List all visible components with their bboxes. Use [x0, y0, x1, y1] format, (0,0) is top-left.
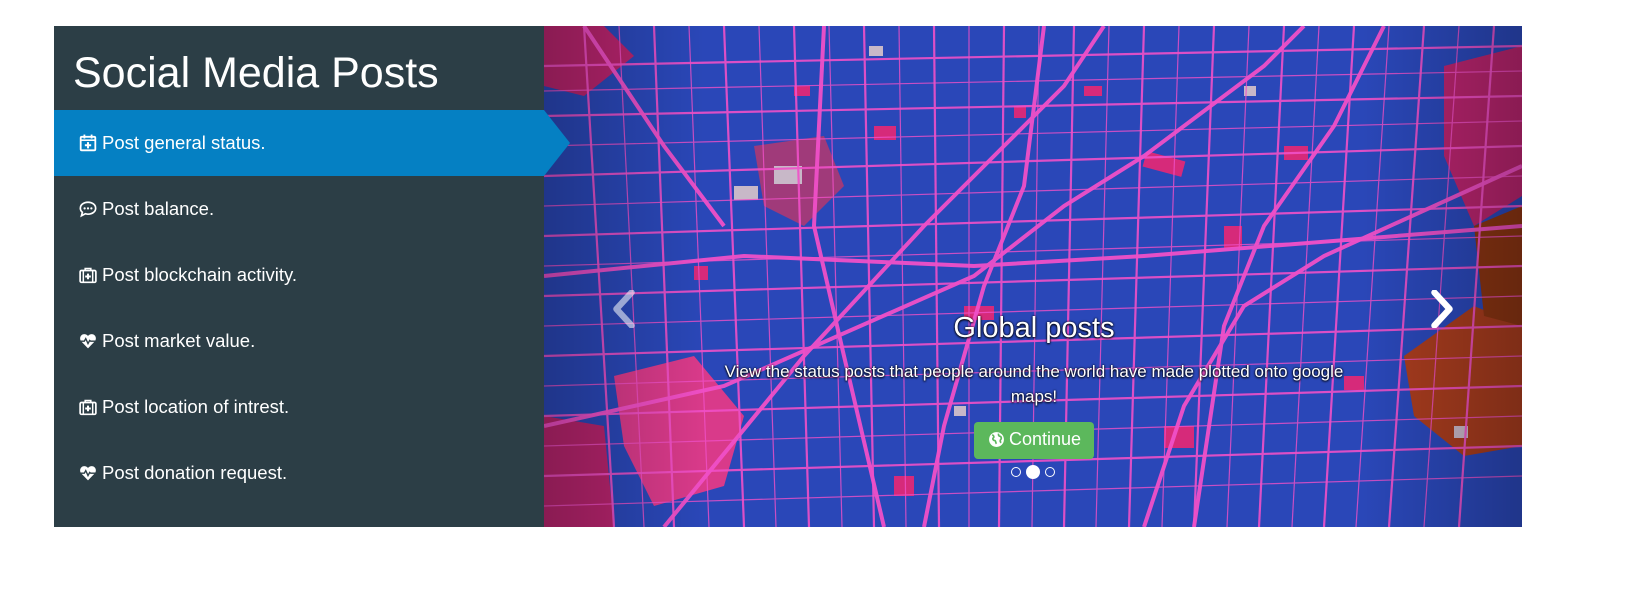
- menu-item-post-balance[interactable]: Post balance.: [54, 176, 544, 242]
- menu-item-label: Post general status.: [102, 132, 266, 153]
- menu-item-label: Post donation request.: [102, 462, 288, 483]
- continue-button[interactable]: Continue: [973, 422, 1095, 459]
- comment-dots-icon: [78, 199, 98, 219]
- menu-item-post-market-value[interactable]: Post market value.: [54, 308, 544, 374]
- carousel-prev-button[interactable]: [604, 284, 644, 334]
- carousel-next-button[interactable]: [1422, 284, 1462, 334]
- menu-item-label: Post blockchain activity.: [102, 264, 298, 285]
- right-shade: [1362, 26, 1522, 527]
- menu-item-post-location-of-intrest[interactable]: Post location of intrest.: [54, 374, 544, 440]
- menu-item-label: Post location of intrest.: [102, 396, 290, 417]
- menu-item-label: Post market value.: [102, 330, 256, 351]
- chevron-left-icon: [613, 290, 635, 328]
- menu-item-label: Post balance.: [102, 198, 215, 219]
- slide-description: View the status posts that people around…: [724, 362, 1344, 406]
- heartbeat-icon: [78, 331, 98, 351]
- slide-title: Global posts: [953, 312, 1115, 344]
- globe-icon: [989, 432, 1004, 447]
- menu-item-post-donation-request[interactable]: Post donation request.: [54, 440, 544, 506]
- heartbeat-icon: [78, 463, 98, 483]
- calendar-plus-icon: [78, 133, 98, 153]
- menu-item-post-general-status[interactable]: Post general status.: [54, 110, 570, 176]
- medkit-icon: [78, 265, 98, 285]
- carousel-indicators: [544, 465, 1522, 479]
- left-shade: [544, 26, 704, 527]
- carousel-indicator-1[interactable]: [1011, 467, 1021, 477]
- sidebar-title: Social Media Posts: [73, 49, 439, 97]
- carousel-indicator-3[interactable]: [1045, 467, 1055, 477]
- sidebar-menu: Post general status. Post balance. Post …: [54, 110, 570, 506]
- continue-button-label: Continue: [1008, 429, 1082, 449]
- carousel: Global posts View the status posts that …: [544, 26, 1522, 527]
- medkit-icon: [78, 397, 98, 417]
- sidebar: Social Media Posts Post general status. …: [54, 26, 570, 527]
- carousel-caption: Global posts View the status posts that …: [724, 312, 1344, 459]
- social-media-widget: Social Media Posts Post general status. …: [54, 26, 1522, 527]
- carousel-indicator-2[interactable]: [1026, 465, 1040, 479]
- chevron-right-icon: [1431, 290, 1453, 328]
- menu-item-post-blockchain-activity[interactable]: Post blockchain activity.: [54, 242, 544, 308]
